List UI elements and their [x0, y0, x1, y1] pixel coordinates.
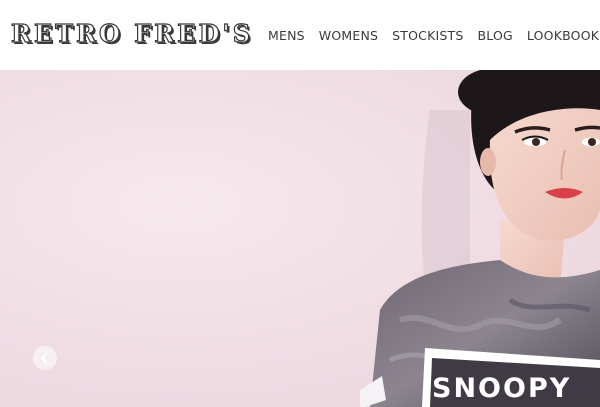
site-header: RETRO FRED'S MENS WOMENS STOCKISTS BLOG … [0, 0, 600, 70]
shirt-print-text: SNOOPY [432, 373, 572, 404]
hero-slider: SNOOPY [0, 70, 600, 407]
nav-item-lookbook[interactable]: LOOKBOOK [527, 28, 599, 44]
site-logo[interactable]: RETRO FRED'S [10, 19, 253, 48]
chevron-left-icon [40, 352, 48, 364]
nav-item-stockists[interactable]: STOCKISTS [392, 28, 463, 44]
nav-item-womens[interactable]: WOMENS [319, 28, 378, 44]
main-nav: MENS WOMENS STOCKISTS BLOG LOOKBOOK [268, 28, 599, 44]
carousel-prev-button[interactable] [33, 346, 57, 370]
hero-model-image [360, 70, 600, 407]
nav-item-mens[interactable]: MENS [268, 28, 305, 44]
nav-item-blog[interactable]: BLOG [477, 28, 512, 44]
